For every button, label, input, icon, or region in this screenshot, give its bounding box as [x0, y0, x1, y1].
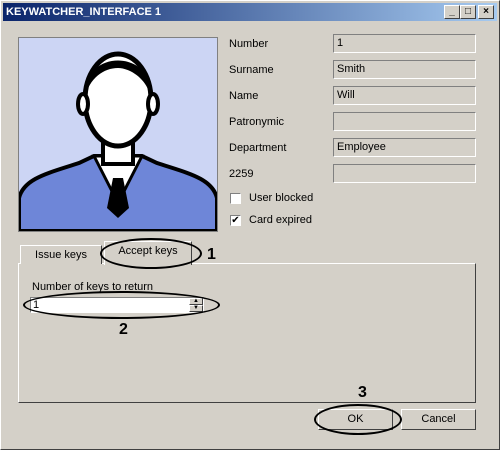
title-bar[interactable]: KEYWATCHER_INTERFACE 1 _ □ × — [3, 3, 497, 21]
annotation-oval-accept-tab — [100, 238, 202, 269]
number-label: Number — [229, 38, 269, 50]
user-blocked-label: User blocked — [249, 192, 314, 204]
name-label: Name — [229, 90, 259, 102]
annotation-number-2: 2 — [119, 321, 128, 338]
employee-photo — [17, 37, 219, 233]
annotation-oval-spinner — [23, 291, 220, 319]
maximize-button[interactable]: □ — [460, 5, 476, 19]
card-expired-checkbox[interactable]: ✔ — [230, 215, 241, 226]
user-blocked-checkbox[interactable] — [230, 193, 241, 204]
patronymic-field[interactable] — [333, 112, 476, 131]
department-field[interactable]: Employee — [333, 138, 476, 157]
name-field[interactable]: Will — [333, 86, 476, 105]
card-expired-label: Card expired — [249, 214, 312, 226]
annotation-number-3: 3 — [358, 384, 367, 401]
cancel-button[interactable]: Cancel — [401, 409, 476, 430]
annotation-number-1: 1 — [207, 246, 216, 263]
person-silhouette-icon — [17, 38, 219, 233]
patronymic-label: Patronymic — [229, 116, 285, 128]
dialog-window: KEYWATCHER_INTERFACE 1 _ □ × Number 1 Su… — [0, 0, 500, 450]
tab-issue-keys[interactable]: Issue keys — [20, 245, 102, 264]
surname-field[interactable]: Smith — [333, 60, 476, 79]
number-field[interactable]: 1 — [333, 34, 476, 53]
surname-label: Surname — [229, 64, 274, 76]
minimize-button[interactable]: _ — [444, 5, 460, 19]
department-label: Department — [229, 142, 287, 154]
close-button[interactable]: × — [478, 5, 494, 19]
code-label: 2259 — [229, 168, 254, 180]
code-field[interactable] — [333, 164, 476, 183]
annotation-oval-ok — [314, 404, 402, 435]
window-title: KEYWATCHER_INTERFACE 1 — [6, 6, 162, 18]
